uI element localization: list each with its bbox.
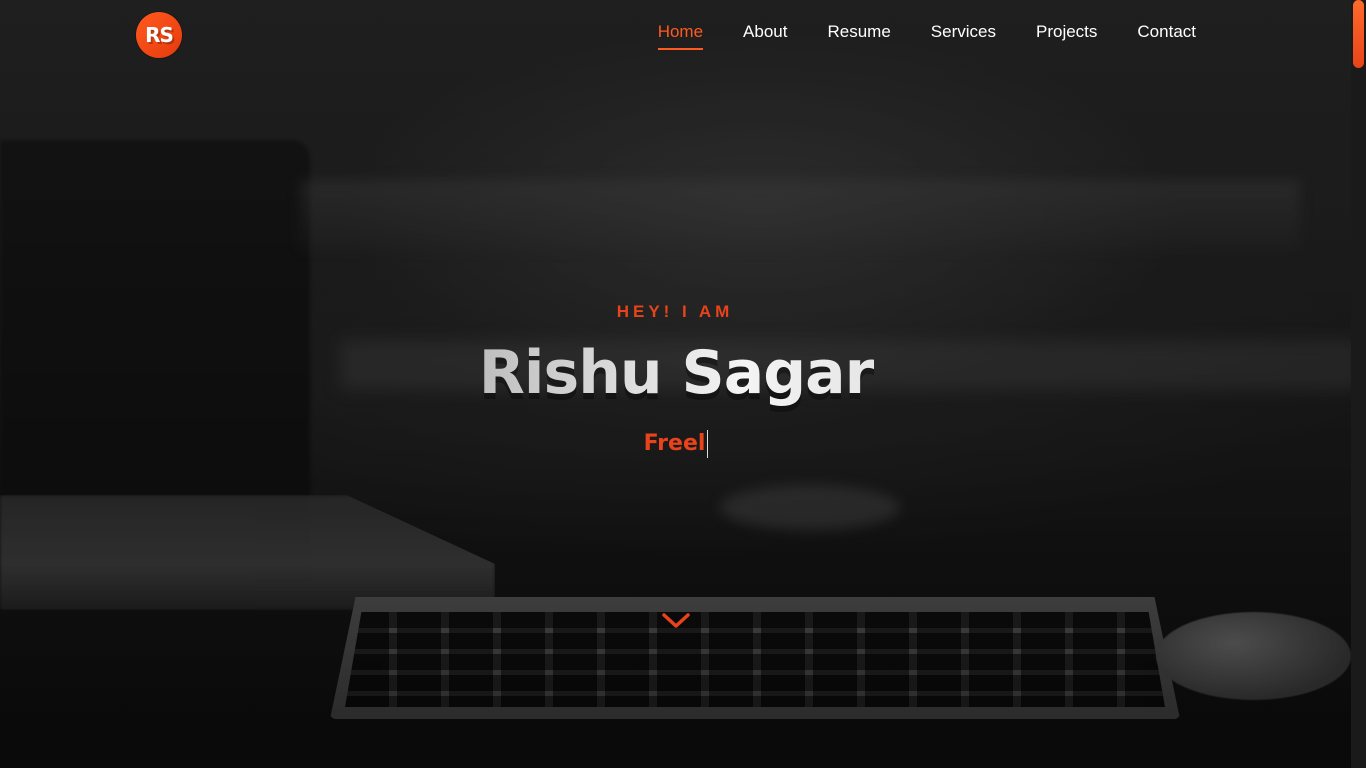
scrollbar[interactable] bbox=[1351, 0, 1366, 768]
logo[interactable]: RS bbox=[136, 12, 182, 58]
chevron-down-icon[interactable] bbox=[661, 610, 691, 632]
nav-item-resume[interactable]: Resume bbox=[827, 22, 890, 50]
typing-cursor bbox=[707, 430, 709, 458]
page: RS Home About Resume Services Projects C… bbox=[0, 0, 1366, 768]
logo-text: RS bbox=[145, 23, 174, 47]
typed-text: Freel bbox=[643, 431, 706, 456]
hero-typed-role: Freel bbox=[0, 430, 1352, 458]
hero-name: Rishu Sagar bbox=[0, 338, 1352, 408]
nav-item-home[interactable]: Home bbox=[657, 22, 704, 50]
main-nav: Home About Resume Services Projects Cont… bbox=[657, 22, 1196, 50]
nav-item-services[interactable]: Services bbox=[931, 22, 996, 50]
nav-item-about[interactable]: About bbox=[743, 22, 787, 50]
nav-item-contact[interactable]: Contact bbox=[1137, 22, 1196, 50]
hero-eyebrow: HEY! I AM bbox=[616, 302, 734, 321]
scrollbar-thumb[interactable] bbox=[1353, 0, 1364, 68]
nav-item-projects[interactable]: Projects bbox=[1036, 22, 1097, 50]
